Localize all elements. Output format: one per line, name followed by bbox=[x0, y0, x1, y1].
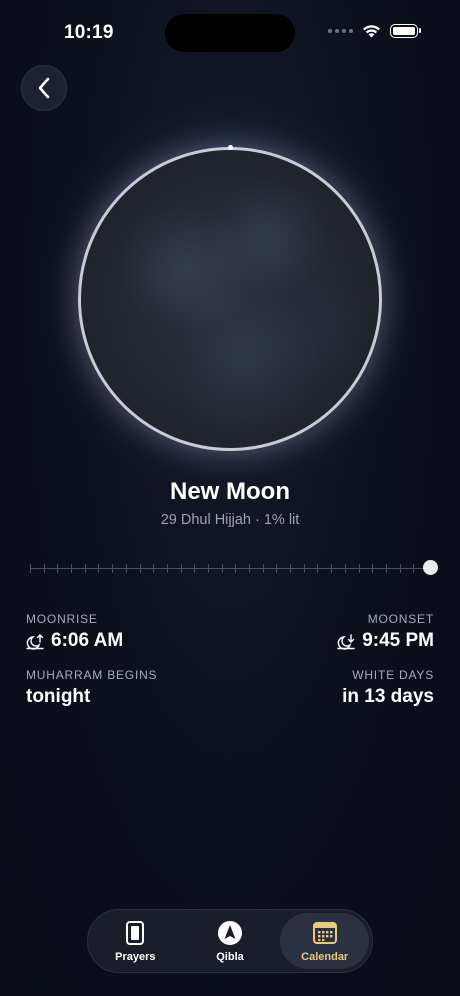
moonset-icon bbox=[337, 633, 355, 650]
chevron-left-icon bbox=[38, 77, 50, 99]
moon-phase-screen: 10:19 New Moon 29 Dhul Hijjah · 1% lit M… bbox=[0, 0, 460, 996]
battery-icon bbox=[390, 24, 421, 38]
slider-tick bbox=[112, 564, 114, 573]
phase-subtitle: 29 Dhul Hijjah · 1% lit bbox=[160, 512, 300, 528]
muharram-label: MUHARRAM BEGINS bbox=[26, 668, 158, 682]
white-days-value: in 13 days bbox=[342, 686, 434, 707]
slider-tick bbox=[344, 564, 346, 573]
moon-position-marker bbox=[228, 145, 233, 150]
slider-tick bbox=[30, 564, 31, 573]
slider-tick bbox=[71, 564, 73, 573]
tab-qibla-label: Qibla bbox=[216, 950, 244, 963]
phase-title: New Moon bbox=[170, 478, 290, 505]
slider-tick bbox=[166, 564, 168, 573]
slider-tick bbox=[331, 564, 333, 573]
bottom-tab-bar: Prayers Qibla Calendar bbox=[87, 909, 373, 973]
slider-tick bbox=[84, 564, 86, 573]
slider-tick bbox=[98, 564, 100, 573]
slider-thumb[interactable] bbox=[423, 560, 438, 575]
tab-prayers-label: Prayers bbox=[115, 950, 156, 963]
slider-tick bbox=[43, 564, 45, 573]
wifi-icon bbox=[363, 25, 380, 38]
slider-tick bbox=[194, 564, 196, 573]
cellular-signal-icon bbox=[328, 29, 353, 33]
slider-tick bbox=[153, 564, 155, 573]
phone-icon bbox=[122, 920, 148, 946]
slider-tick bbox=[290, 564, 292, 573]
slider-tick bbox=[262, 564, 264, 573]
slider-tick bbox=[207, 564, 209, 573]
moonset-time: 9:45 PM bbox=[362, 630, 434, 651]
moon-image bbox=[78, 147, 382, 451]
slider-tick bbox=[385, 564, 387, 573]
slider-tick bbox=[276, 564, 278, 573]
status-time: 10:19 bbox=[64, 22, 114, 43]
tab-calendar-label: Calendar bbox=[301, 950, 349, 963]
phase-timeline-slider[interactable] bbox=[30, 558, 438, 578]
compass-arrow-icon bbox=[217, 920, 243, 946]
slider-tick bbox=[303, 564, 305, 573]
moonrise-time: 6:06 AM bbox=[51, 630, 124, 651]
slider-tick bbox=[57, 564, 59, 573]
moonset-value: 9:45 PM bbox=[337, 630, 434, 652]
slider-tick bbox=[317, 564, 319, 573]
slider-tick bbox=[235, 564, 237, 573]
slider-tick bbox=[358, 564, 360, 573]
calendar-icon bbox=[312, 920, 338, 946]
slider-tick bbox=[413, 564, 415, 573]
slider-tick bbox=[125, 564, 127, 573]
slider-tick bbox=[249, 564, 250, 573]
tab-prayers[interactable]: Prayers bbox=[91, 913, 180, 969]
tab-qibla[interactable]: Qibla bbox=[186, 913, 275, 969]
back-button[interactable] bbox=[21, 65, 67, 111]
slider-tick bbox=[139, 564, 141, 573]
slider-ticks bbox=[30, 564, 428, 573]
muharram-value: tonight bbox=[26, 686, 91, 707]
moonset-label: MOONSET bbox=[367, 612, 434, 626]
slider-tick bbox=[399, 564, 401, 573]
white-days-label: WHITE DAYS bbox=[352, 668, 434, 682]
slider-tick bbox=[180, 564, 182, 573]
slider-tick bbox=[221, 564, 223, 573]
status-icons bbox=[328, 24, 421, 38]
tab-calendar[interactable]: Calendar bbox=[280, 913, 370, 969]
moonrise-value: 6:06 AM bbox=[26, 630, 123, 652]
moonrise-icon bbox=[26, 633, 44, 650]
dynamic-island bbox=[165, 14, 295, 52]
slider-tick bbox=[372, 564, 374, 573]
moonrise-label: MOONRISE bbox=[26, 612, 98, 626]
